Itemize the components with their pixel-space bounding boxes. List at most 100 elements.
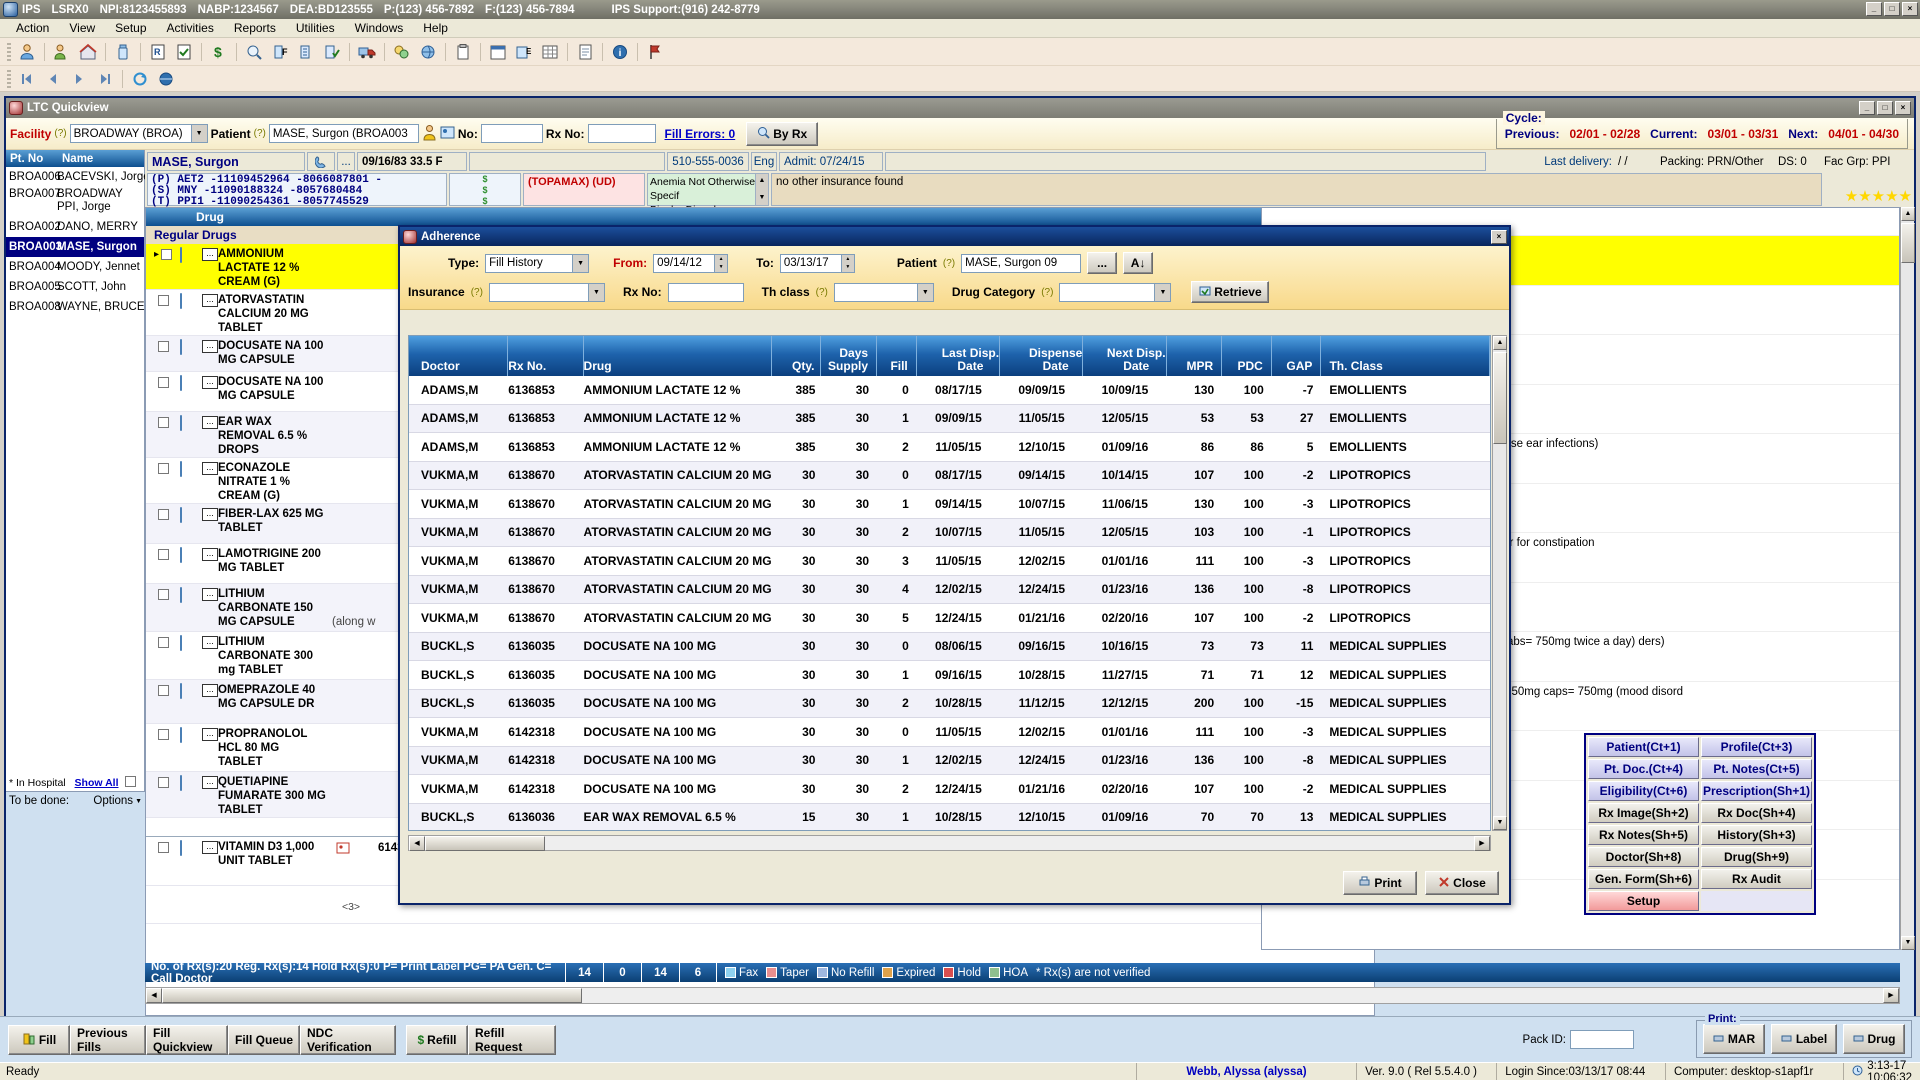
- ctx-patient-ct-1[interactable]: Patient(Ct+1): [1588, 737, 1699, 757]
- scroll-right-icon[interactable]: ▶: [1474, 836, 1490, 851]
- close-button[interactable]: ×: [1902, 2, 1918, 16]
- col-next-disp-date[interactable]: Next Disp.Date: [1083, 336, 1166, 376]
- scroll-down-icon[interactable]: ▼: [1493, 816, 1507, 830]
- adherence-row[interactable]: BUCKL,S6136035DOCUSATE NA 100 MG3030008/…: [409, 633, 1490, 662]
- facility-value[interactable]: BROADWAY (BROA): [70, 124, 192, 143]
- by-rx-button[interactable]: By Rx: [746, 122, 818, 146]
- ctx-rx-audit[interactable]: Rx Audit: [1701, 869, 1812, 889]
- drug-select-checkbox[interactable]: [146, 504, 180, 543]
- last-record-icon[interactable]: [93, 68, 117, 90]
- drug-select-checkbox[interactable]: [146, 290, 180, 335]
- drug-list-vertical-scrollbar[interactable]: ▲ ▼: [1900, 207, 1914, 950]
- first-record-icon[interactable]: [15, 68, 39, 90]
- info-icon[interactable]: i: [608, 41, 632, 63]
- no-input[interactable]: [481, 124, 543, 143]
- label-printer-icon[interactable]: E: [512, 41, 536, 63]
- col-dispense-date[interactable]: DispenseDate: [1000, 336, 1083, 376]
- drug-detail-button[interactable]: ...: [202, 340, 218, 353]
- col-th-class[interactable]: Th. Class: [1321, 336, 1490, 376]
- col-days-supply[interactable]: DaysSupply: [821, 336, 877, 376]
- from-date-spinner[interactable]: 09/14/12 ▲▼: [653, 254, 728, 273]
- adherence-row[interactable]: VUKMA,M6142318DOCUSATE NA 100 MG3030212/…: [409, 775, 1490, 804]
- adherence-horizontal-scrollbar[interactable]: ◀ ▶: [408, 835, 1491, 851]
- prev-record-icon[interactable]: [41, 68, 65, 90]
- chevron-down-icon[interactable]: ▼: [135, 798, 142, 805]
- adherence-row[interactable]: VUKMA,M6138670ATORVASTATIN CALCIUM 20 MG…: [409, 576, 1490, 605]
- ctx-rx-notes-sh-5[interactable]: Rx Notes(Sh+5): [1588, 825, 1699, 845]
- adherence-row[interactable]: ADAMS,M6136853AMMONIUM LACTATE 12 %38530…: [409, 376, 1490, 405]
- show-all-checkbox[interactable]: [125, 776, 136, 787]
- drug-detail-button[interactable]: ...: [202, 684, 218, 697]
- adherence-row[interactable]: BUCKL,S6136035DOCUSATE NA 100 MG3030109/…: [409, 661, 1490, 690]
- drug-detail-button[interactable]: ...: [202, 248, 218, 261]
- scroll-thumb[interactable]: [162, 988, 582, 1003]
- adh-sort-button[interactable]: A↓: [1123, 252, 1153, 274]
- fill-quickview-button[interactable]: Fill Quickview: [146, 1025, 228, 1055]
- drug-select-checkbox[interactable]: [146, 772, 180, 817]
- drugcat-help-icon[interactable]: (?): [1041, 287, 1053, 298]
- rx-check-icon[interactable]: [172, 41, 196, 63]
- drug-detail-button[interactable]: ...: [202, 508, 218, 521]
- maximize-button[interactable]: □: [1884, 2, 1900, 16]
- col-doctor[interactable]: Doctor: [409, 336, 508, 376]
- patient-row-5[interactable]: BROA005SCOTT, John: [6, 277, 144, 297]
- scroll-up-icon[interactable]: ▲: [1493, 336, 1507, 350]
- col-name[interactable]: Name: [58, 153, 93, 165]
- print-drug-button[interactable]: Drug: [1843, 1024, 1905, 1054]
- patient-phone-icon[interactable]: [307, 152, 335, 171]
- diagnosis-scrollbar[interactable]: ▲ ▼: [755, 174, 768, 205]
- pack-id-input[interactable]: [1570, 1030, 1634, 1049]
- ctx-doctor-sh-8[interactable]: Doctor(Sh+8): [1588, 847, 1699, 867]
- adh-rxno-value[interactable]: [668, 283, 744, 302]
- print-label-button[interactable]: Label: [1771, 1024, 1837, 1054]
- col-fill[interactable]: Fill: [877, 336, 917, 376]
- scroll-left-icon[interactable]: ◀: [409, 836, 425, 851]
- quickview-minimize-button[interactable]: _: [1859, 101, 1875, 115]
- col-last-disp-date[interactable]: Last Disp.Date: [917, 336, 1000, 376]
- drugcat-value[interactable]: [1059, 283, 1155, 302]
- thclass-value[interactable]: [834, 283, 918, 302]
- ctx-prescription-sh-1[interactable]: Prescription(Sh+1): [1701, 781, 1812, 801]
- scroll-down-icon[interactable]: ▼: [1901, 936, 1915, 950]
- adherence-row[interactable]: BUCKL,S6136035DOCUSATE NA 100 MG3030210/…: [409, 690, 1490, 719]
- insurance-box[interactable]: (P) AET2 -11109452964 -8066087801 - (S) …: [147, 173, 447, 206]
- facility-help-icon[interactable]: (?): [54, 128, 66, 139]
- drug-detail-button[interactable]: ...: [202, 416, 218, 429]
- patient-card-icon[interactable]: [440, 124, 455, 144]
- col-rx-no[interactable]: Rx No.: [508, 336, 583, 376]
- ctx-profile-ct-3[interactable]: Profile(Ct+3): [1701, 737, 1812, 757]
- scroll-right-icon[interactable]: ▶: [1883, 988, 1899, 1003]
- from-date-value[interactable]: 09/14/12: [653, 254, 715, 273]
- patient-row-4[interactable]: BROA004MOODY, Jennet: [6, 257, 144, 277]
- globe-pill-icon[interactable]: [416, 41, 440, 63]
- rxno-input[interactable]: [588, 124, 656, 143]
- thclass-help-icon[interactable]: (?): [816, 287, 828, 298]
- pills-icon[interactable]: [390, 41, 414, 63]
- ctx-history-sh-3[interactable]: History(Sh+3): [1701, 825, 1812, 845]
- show-all-link[interactable]: Show All: [75, 777, 119, 789]
- ctx-pt-doc-ct-4[interactable]: Pt. Doc.(Ct+4): [1588, 759, 1699, 779]
- chevron-down-icon[interactable]: ▼: [192, 124, 208, 143]
- adherence-row[interactable]: VUKMA,M6138670ATORVASTATIN CALCIUM 20 MG…: [409, 462, 1490, 491]
- drug-list-horizontal-scrollbar[interactable]: ◀ ▶: [145, 987, 1900, 1004]
- col-pdc[interactable]: PDC: [1222, 336, 1272, 376]
- col-mpr[interactable]: MPR: [1167, 336, 1223, 376]
- ctx-drug-sh-9[interactable]: Drug(Sh+9): [1701, 847, 1812, 867]
- grid-icon[interactable]: [538, 41, 562, 63]
- scroll-thumb[interactable]: [1493, 352, 1507, 444]
- fill-errors-link[interactable]: Fill Errors: 0: [665, 127, 736, 141]
- insurance-help-icon[interactable]: (?): [471, 287, 483, 298]
- facility-combo[interactable]: BROADWAY (BROA) ▼: [70, 124, 208, 143]
- patient-help-icon[interactable]: (?): [254, 128, 266, 139]
- magnify-drug-icon[interactable]: [242, 41, 266, 63]
- ctx-setup[interactable]: Setup: [1588, 891, 1699, 911]
- allergy-box[interactable]: (TOPAMAX) (UD): [523, 173, 645, 206]
- patient-blank-cell-1[interactable]: [469, 152, 665, 171]
- menu-windows[interactable]: Windows: [345, 19, 414, 37]
- drug-select-checkbox[interactable]: [146, 724, 180, 771]
- drug-detail-button[interactable]: ...: [202, 841, 218, 854]
- f-bottle-icon[interactable]: F: [268, 41, 292, 63]
- ctx-eligibility-ct-6[interactable]: Eligibility(Ct+6): [1588, 781, 1699, 801]
- patient-row-3-selected[interactable]: BROA003MASE, Surgon: [6, 237, 144, 257]
- menu-view[interactable]: View: [59, 19, 105, 37]
